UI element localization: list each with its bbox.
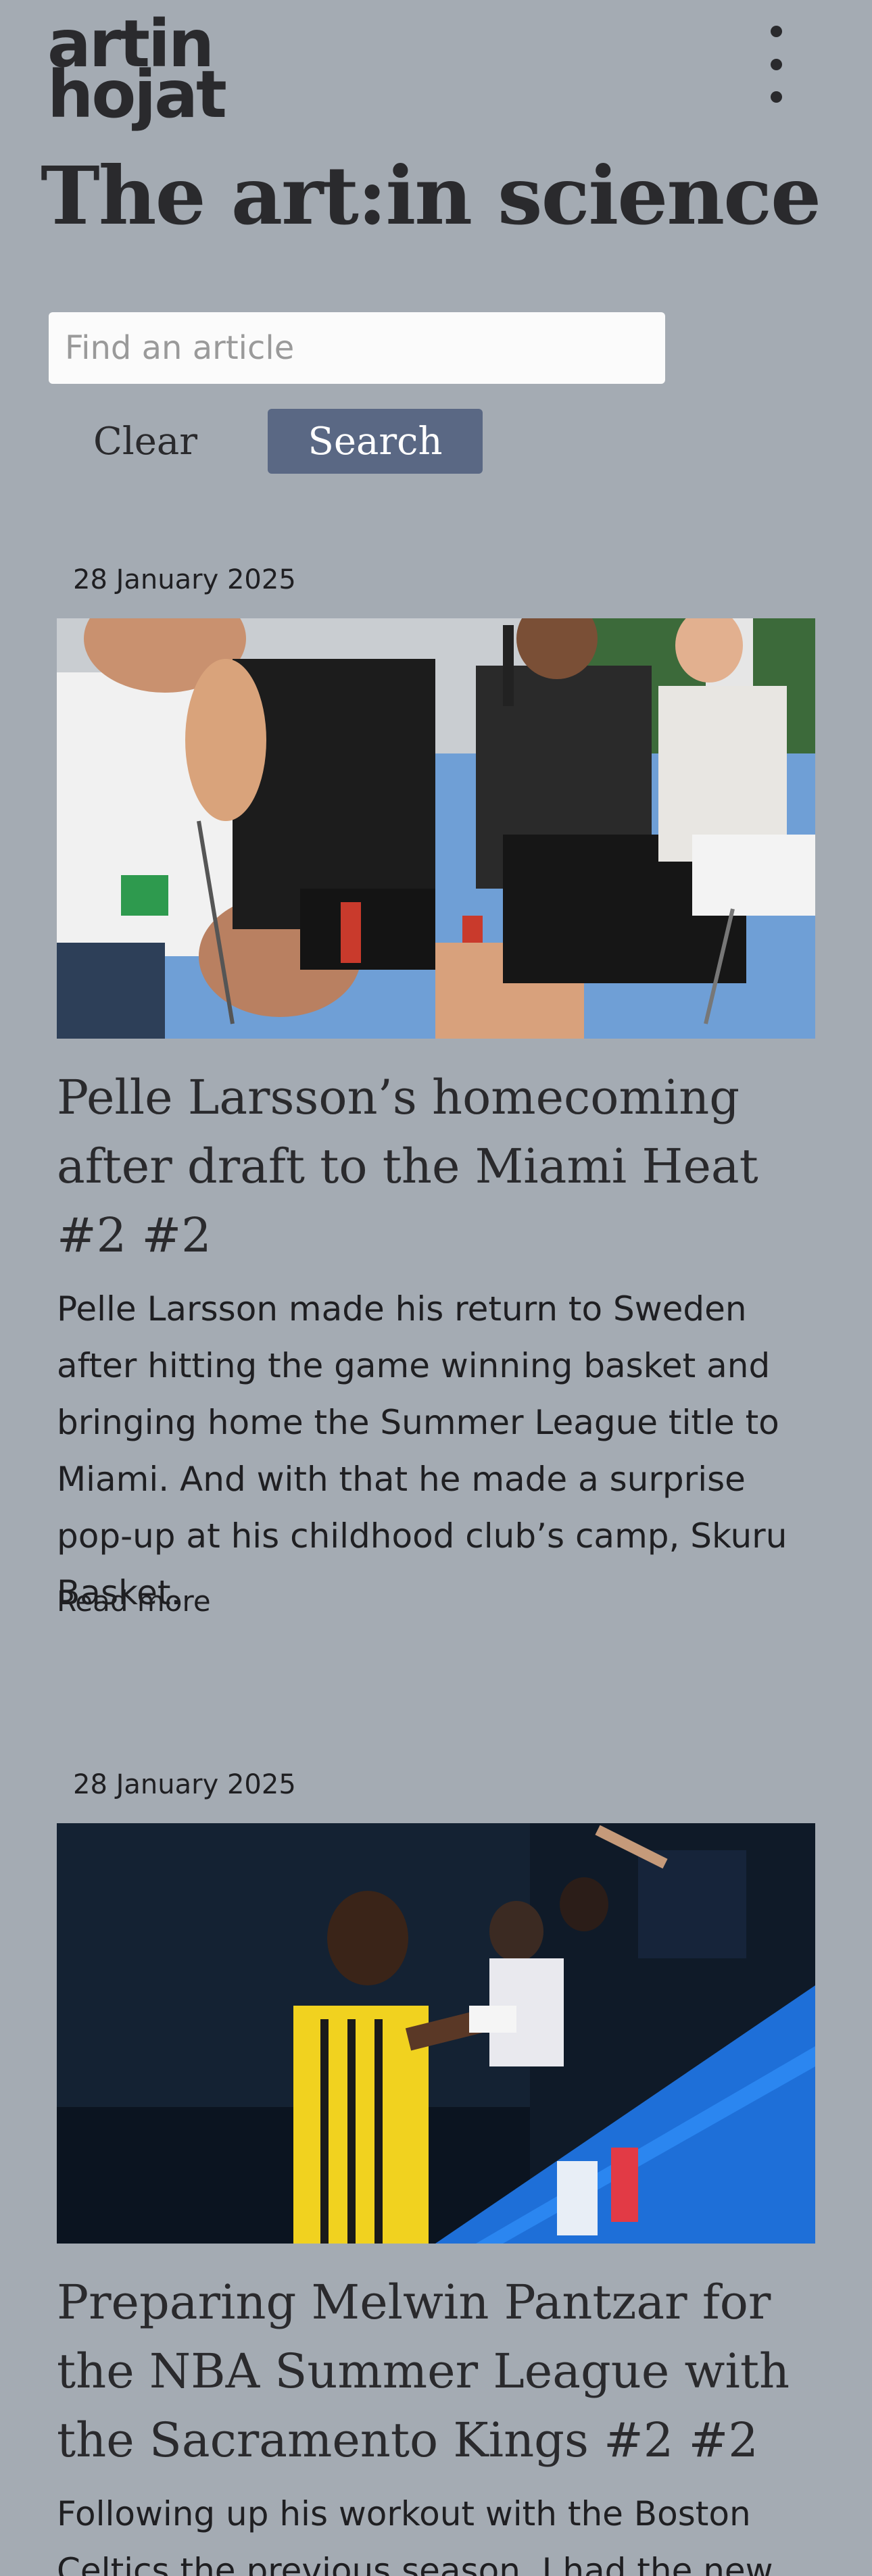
search-button[interactable]: Search <box>268 409 483 474</box>
article-date: 28 January 2025 <box>73 564 296 595</box>
article-date: 28 January 2025 <box>73 1769 296 1800</box>
article-title[interactable]: Pelle Larsson’s homecoming after draft t… <box>57 1063 815 1270</box>
read-more-link[interactable]: Read more <box>57 1585 211 1618</box>
clear-button[interactable]: Clear <box>61 409 230 474</box>
article-card: 28 January 2025 Preparing Melwin Pantzar… <box>57 1769 815 2576</box>
menu-button[interactable] <box>757 20 795 108</box>
site-header: artin hojat <box>0 0 872 135</box>
article-image-players-seated[interactable] <box>57 618 815 1039</box>
search-input[interactable] <box>49 312 665 384</box>
kebab-menu-icon <box>770 91 782 103</box>
article-excerpt: Pelle Larsson made his return to Sweden … <box>57 1289 788 1612</box>
kebab-menu-icon <box>770 26 782 37</box>
kebab-menu-icon <box>770 58 782 70</box>
page-title: The art:in science <box>41 149 821 243</box>
article-excerpt: Following up his workout with the Boston… <box>57 2494 773 2576</box>
site-logo[interactable]: artin hojat <box>47 11 227 141</box>
article-card: 28 January 2025 Pelle Larsson’s homecomi… <box>57 564 815 1618</box>
logo-line-2: hojat <box>47 56 227 132</box>
article-image-player-signing[interactable] <box>57 1823 815 2244</box>
article-title[interactable]: Preparing Melwin Pantzar for the NBA Sum… <box>57 2268 815 2475</box>
page: artin hojat The art:in science Clear Sea… <box>0 0 872 2576</box>
